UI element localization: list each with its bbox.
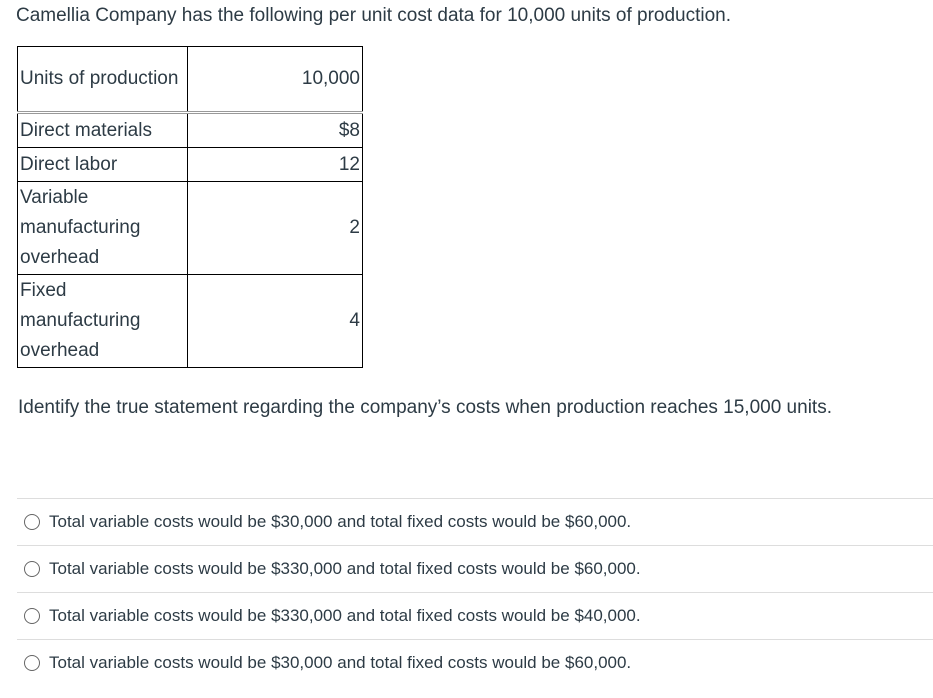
answer-label[interactable]: Total variable costs would be $330,000 a… [49, 559, 641, 579]
answer-option-1[interactable]: Total variable costs would be $30,000 an… [17, 498, 933, 545]
answer-label[interactable]: Total variable costs would be $330,000 a… [49, 606, 641, 626]
row-value: 4 [187, 274, 363, 368]
table-row: Direct materials $8 [17, 112, 363, 148]
answer-option-2[interactable]: Total variable costs would be $330,000 a… [17, 545, 933, 592]
table-header-row: Units of production 10,000 [17, 46, 363, 114]
radio-button-icon[interactable] [24, 655, 40, 671]
radio-button-icon[interactable] [24, 608, 40, 624]
table-row: Direct labor 12 [17, 147, 363, 182]
table-header-value: 10,000 [187, 46, 363, 114]
row-value: $8 [187, 112, 363, 148]
answer-list: Total variable costs would be $30,000 an… [17, 498, 933, 686]
table-row: Fixed manufacturing overhead 4 [17, 274, 363, 368]
question-intro: Camellia Company has the following per u… [16, 5, 732, 26]
row-label: Direct labor [17, 147, 188, 182]
question-prompt: Identify the true statement regarding th… [18, 397, 832, 418]
answer-option-4[interactable]: Total variable costs would be $30,000 an… [17, 639, 933, 686]
row-label: Direct materials [17, 112, 188, 148]
answer-label[interactable]: Total variable costs would be $30,000 an… [49, 512, 631, 532]
answer-option-3[interactable]: Total variable costs would be $330,000 a… [17, 592, 933, 639]
radio-button-icon[interactable] [24, 561, 40, 577]
row-label: Fixed manufacturing overhead [17, 274, 188, 368]
row-value: 2 [187, 181, 363, 275]
table-row: Variable manufacturing overhead 2 [17, 181, 363, 275]
row-label: Variable manufacturing overhead [17, 181, 188, 275]
cost-data-table: Units of production 10,000 Direct materi… [17, 46, 363, 368]
answer-label[interactable]: Total variable costs would be $30,000 an… [49, 653, 631, 673]
radio-button-icon[interactable] [24, 514, 40, 530]
row-value: 12 [187, 147, 363, 182]
table-header-label: Units of production [17, 46, 188, 114]
